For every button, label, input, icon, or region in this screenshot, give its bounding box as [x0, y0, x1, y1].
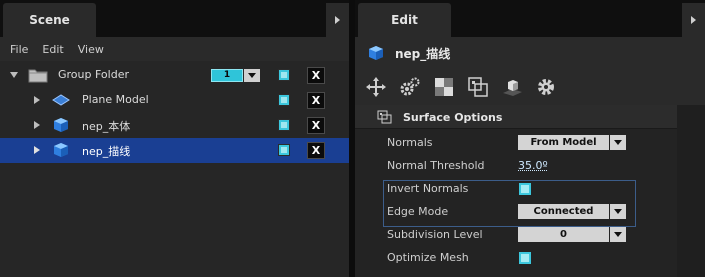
edit-panel: Edit nep_描线 Surface Options Normals From…	[355, 0, 705, 277]
checker-icon[interactable]	[433, 76, 455, 98]
expand-open-icon[interactable]	[10, 72, 18, 78]
tree-row-label: nep_描线	[82, 145, 131, 158]
tree-row-plane-model[interactable]: Plane Model X	[0, 88, 349, 113]
section-header[interactable]: Surface Options	[355, 105, 705, 129]
cube-icon	[369, 46, 383, 60]
optimize-mesh-checkbox[interactable]	[519, 252, 531, 264]
menu-view[interactable]: View	[78, 43, 104, 56]
tab-edit[interactable]: Edit	[358, 3, 451, 37]
object-name: nep_描线	[395, 47, 451, 61]
plane-model-icon	[52, 94, 70, 106]
prop-label: Normal Threshold	[387, 159, 485, 172]
section-title: Surface Options	[403, 111, 503, 124]
chevron-down-icon[interactable]	[610, 204, 626, 219]
expand-closed-icon[interactable]	[34, 121, 40, 129]
chevron-down-icon[interactable]	[610, 227, 626, 242]
tree-row-label: Group Folder	[58, 68, 129, 81]
edit-panel-expand-icon[interactable]	[682, 3, 705, 37]
scene-menubar: File Edit View	[0, 37, 349, 61]
visibility-checkbox[interactable]	[278, 144, 290, 156]
tree-row-label: nep_本体	[82, 120, 131, 133]
tree-row-group-folder[interactable]: Group Folder 1 X	[0, 63, 349, 88]
prop-label: Subdivision Level	[387, 228, 483, 241]
shadow-box-icon[interactable]	[501, 76, 523, 98]
gear-icon[interactable]	[535, 76, 557, 98]
prop-optimize-mesh: Optimize Mesh	[387, 247, 677, 269]
visibility-checkbox[interactable]	[278, 119, 290, 131]
dropdown-value[interactable]: 0	[518, 227, 609, 242]
surface-options-section: Surface Options Normals From Model Norma…	[355, 105, 705, 277]
prop-normals: Normals From Model	[387, 132, 677, 154]
tree-row-nep-lineart[interactable]: nep_描线 X	[0, 138, 349, 163]
folder-icon	[28, 69, 48, 83]
delete-button[interactable]: X	[307, 67, 325, 84]
gears-icon[interactable]	[399, 76, 421, 98]
prop-label: Edge Mode	[387, 205, 449, 218]
dropdown-value[interactable]: From Model	[518, 135, 609, 150]
scene-tabbar: Scene	[0, 0, 349, 37]
chevron-down-icon[interactable]	[244, 69, 260, 82]
prop-invert-normals: Invert Normals	[387, 178, 677, 200]
transform-icon[interactable]	[467, 76, 489, 98]
chevron-down-icon[interactable]	[610, 135, 626, 150]
count-stepper[interactable]: 1	[211, 69, 261, 82]
dropdown-value[interactable]: Connected	[518, 204, 609, 219]
cube-icon	[54, 143, 68, 157]
tab-scene[interactable]: Scene	[3, 3, 96, 37]
menu-file[interactable]: File	[10, 43, 28, 56]
edit-tabbar: Edit	[355, 0, 705, 37]
scene-panel-expand-icon[interactable]	[326, 3, 349, 37]
tree-row-label: Plane Model	[82, 93, 149, 106]
expand-closed-icon[interactable]	[34, 96, 40, 104]
move-icon[interactable]	[365, 76, 387, 98]
surface-options-icon	[377, 110, 392, 124]
invert-normals-checkbox[interactable]	[519, 183, 531, 195]
expand-closed-icon[interactable]	[34, 146, 40, 154]
scrollbar-track[interactable]	[677, 105, 705, 277]
prop-label: Optimize Mesh	[387, 251, 469, 264]
count-value[interactable]: 1	[211, 69, 243, 82]
prop-subdivision-level: Subdivision Level 0	[387, 224, 677, 246]
normal-threshold-value[interactable]: 35.0º	[518, 159, 548, 172]
prop-normal-threshold: Normal Threshold 35.0º	[387, 155, 677, 177]
delete-button[interactable]: X	[307, 117, 325, 134]
visibility-checkbox[interactable]	[278, 94, 290, 106]
menu-edit[interactable]: Edit	[42, 43, 63, 56]
edit-toolbar	[355, 69, 705, 105]
prop-label: Normals	[387, 136, 433, 149]
scene-panel: Scene File Edit View Group Folder 1 X Pl…	[0, 0, 349, 277]
prop-label: Invert Normals	[387, 182, 469, 195]
prop-edge-mode: Edge Mode Connected	[387, 201, 677, 223]
normals-dropdown[interactable]: From Model	[518, 135, 626, 150]
scene-tree: Group Folder 1 X Plane Model X nep_本体 X …	[0, 63, 349, 163]
cube-icon	[54, 118, 68, 132]
subdivision-level-dropdown[interactable]: 0	[518, 227, 626, 242]
delete-button[interactable]: X	[307, 92, 325, 109]
object-header: nep_描线	[355, 37, 705, 69]
visibility-checkbox[interactable]	[278, 69, 290, 81]
delete-button[interactable]: X	[307, 142, 325, 159]
edge-mode-dropdown[interactable]: Connected	[518, 204, 626, 219]
tree-row-nep-body[interactable]: nep_本体 X	[0, 113, 349, 138]
